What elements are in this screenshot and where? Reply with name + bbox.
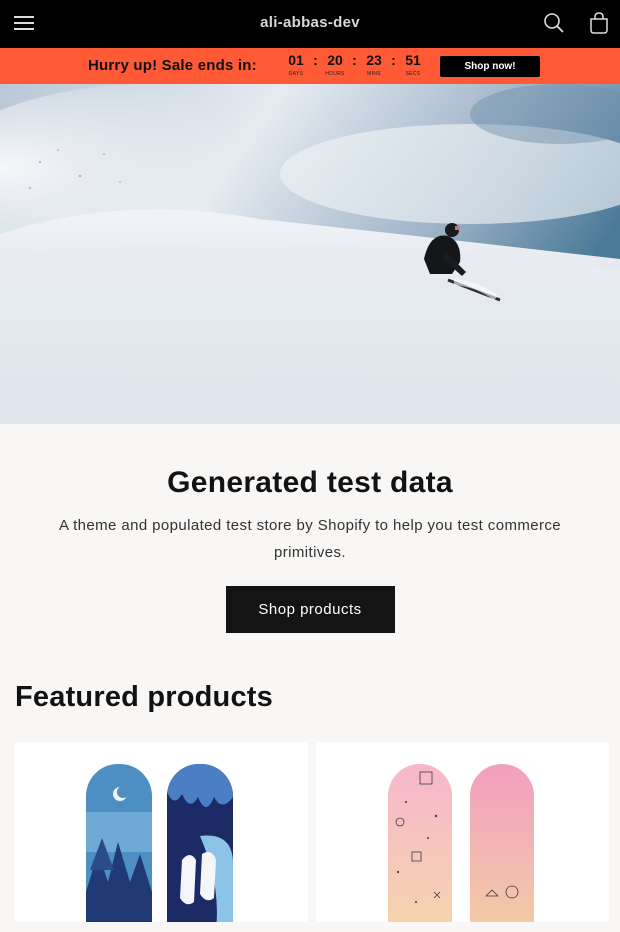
intro-section: Generated test data A theme and populate… — [0, 424, 620, 633]
featured-products-title: Featured products — [15, 681, 273, 713]
snowboard-pair-blue-image — [86, 764, 233, 922]
countdown-mins-label: MINS — [367, 71, 381, 77]
snowboard-pair-pink-image — [387, 764, 534, 922]
countdown-mins-value: 23 — [366, 52, 382, 68]
countdown-hours-label: HOURS — [325, 71, 345, 77]
site-header: ali-abbas-dev — [0, 0, 620, 48]
snowboarder-scene-image — [0, 84, 620, 424]
countdown-hours: 20 HOURS — [322, 52, 348, 78]
countdown-days-value: 01 — [288, 52, 304, 68]
countdown-separator: : — [352, 52, 357, 68]
countdown-bar: Hurry up! Sale ends in: 01 DAYS : 20 HOU… — [0, 48, 620, 84]
shop-now-button[interactable]: Shop now! — [440, 56, 540, 77]
store-name[interactable]: ali-abbas-dev — [0, 14, 620, 31]
product-card[interactable] — [14, 742, 308, 922]
intro-description: A theme and populated test store by Shop… — [58, 517, 562, 561]
countdown-secs-label: SECS — [405, 71, 421, 77]
countdown-text: Hurry up! Sale ends in: — [88, 57, 257, 74]
intro-title: Generated test data — [167, 466, 453, 499]
search-icon[interactable] — [541, 10, 567, 36]
countdown-hours-value: 20 — [327, 52, 343, 68]
countdown-mins: 23 MINS — [361, 52, 387, 78]
countdown-separator: : — [313, 52, 318, 68]
hero-banner-image — [0, 84, 620, 424]
cart-icon[interactable] — [586, 10, 612, 36]
countdown-timer: 01 DAYS : 20 HOURS : 23 MINS : 51 SECS — [283, 52, 426, 78]
countdown-separator: : — [391, 52, 396, 68]
countdown-days: 01 DAYS — [283, 52, 309, 78]
countdown-secs-value: 51 — [405, 52, 421, 68]
shop-products-button[interactable]: Shop products — [225, 586, 395, 633]
product-grid — [0, 742, 620, 922]
countdown-secs: 51 SECS — [400, 52, 426, 78]
product-card[interactable] — [315, 742, 609, 922]
countdown-days-label: DAYS — [288, 71, 304, 77]
